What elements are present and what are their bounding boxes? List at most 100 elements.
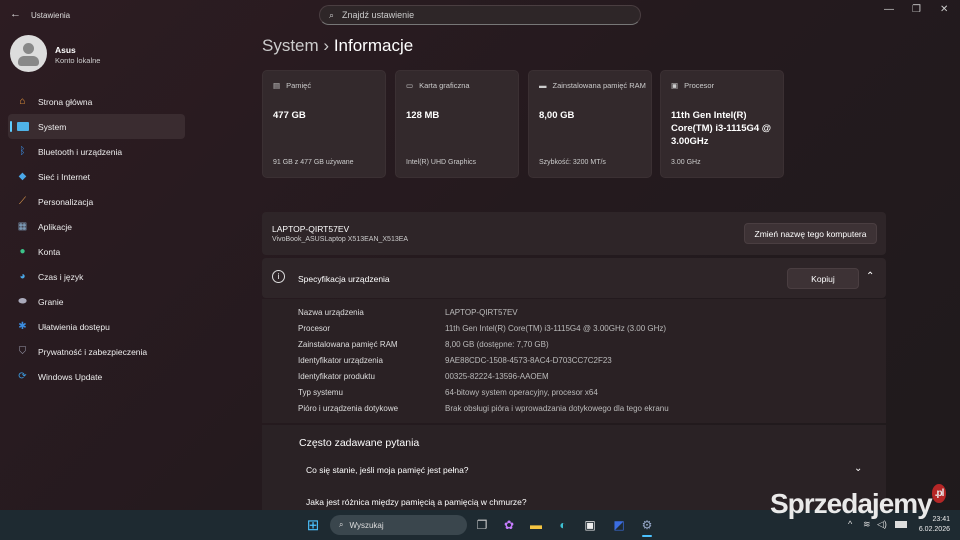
spec-row: Nazwa urządzenia LAPTOP-QIRT57EV [298, 305, 669, 321]
sidebar-item-windows-update[interactable]: ⟳ Windows Update [8, 364, 185, 389]
taskbar-search-label: Wyszukaj [349, 520, 384, 530]
spec-value[interactable]: Brak obsługi pióra i wprowadzania dotyko… [445, 401, 669, 417]
faq-title: Często zadawane pytania [299, 437, 420, 449]
device-name-panel: LAPTOP-QIRT57EV VivoBook_ASUSLaptop X513… [262, 212, 886, 255]
sidebar-item-system[interactable]: System [8, 114, 185, 139]
sidebar-item-label: Czas i język [38, 271, 84, 282]
card-value: 128 MB [406, 110, 440, 121]
graphics-icon: ▭ [406, 81, 414, 90]
chevron-up-icon[interactable]: ⌃ [866, 271, 874, 282]
sidebar-item-network[interactable]: ◆ Sieć i Internet [8, 164, 185, 189]
card-value: 477 GB [273, 110, 306, 121]
sidebar-item-time-language[interactable]: ◕ Czas i język [8, 264, 185, 289]
spec-header[interactable]: i Specyfikacja urządzenia Kopiuj ⌃ [262, 258, 886, 298]
sidebar-item-label: System [38, 121, 67, 132]
task-view-icon[interactable]: ❐ [473, 516, 491, 534]
spec-value[interactable]: 00325-82224-13596-AAOEM [445, 369, 549, 385]
rename-pc-button[interactable]: Zmień nazwę tego komputera [744, 223, 877, 244]
shield-icon: ⛉ [18, 346, 27, 357]
sidebar-item-bluetooth[interactable]: ᛒ Bluetooth i urządzenia [8, 139, 185, 164]
spec-row: Identyfikator urządzenia 9AE88CDC-1508-45… [298, 353, 669, 369]
spec-key: Identyfikator urządzenia [298, 356, 383, 365]
volume-icon[interactable]: ◁) [877, 519, 887, 530]
sidebar-item-accessibility[interactable]: ✱ Ułatwienia dostępu [8, 314, 185, 339]
breadcrumb-system[interactable]: System [262, 36, 319, 55]
account-type: Konto lokalne [55, 56, 101, 65]
avatar[interactable] [10, 35, 47, 72]
spec-row: Identyfikator produktu 00325-82224-13596-… [298, 369, 669, 385]
card-label: Procesor [684, 81, 715, 90]
store-icon[interactable]: ▣ [581, 516, 599, 534]
spec-key: Typ systemu [298, 388, 343, 397]
sidebar-item-label: Granie [38, 296, 64, 307]
app-icon[interactable]: ◩ [610, 516, 628, 534]
sidebar-item-label: Bluetooth i urządzenia [38, 146, 123, 157]
spec-key: Nazwa urządzenia [298, 308, 364, 317]
edge-icon[interactable]: ◐ [554, 516, 572, 534]
wifi-tray-icon[interactable]: ≋ [863, 519, 871, 530]
storage-card[interactable]: ▤ Pamięć 477 GB 91 GB z 477 GB używane [262, 70, 386, 178]
storage-icon: ▤ [273, 81, 281, 90]
search-icon: ⌕ [339, 520, 344, 529]
copy-button[interactable]: Kopiuj [787, 268, 859, 289]
card-sub: 3.00 GHz [671, 159, 701, 166]
ram-card[interactable]: ▬ Zainstalowana pamięć RAM 8,00 GB Szybkość… [528, 70, 652, 178]
card-sub: Szybkość: 3200 MT/s [539, 159, 606, 166]
tray-chevron-icon[interactable]: ^ [848, 519, 852, 529]
card-label: Karta graficzna [419, 81, 470, 90]
faq-question-2[interactable]: Jaka jest różnica między pamięcią a pami… [306, 497, 527, 507]
faq-question-1[interactable]: Co się stanie, jeśli moja pamięć jest pe… [306, 465, 469, 475]
spec-value[interactable]: 9AE88CDC-1508-4573-8AC4-D703CC7C2F23 [445, 353, 612, 369]
search-placeholder: Znajdź ustawienie [342, 10, 415, 20]
breadcrumb: System › Informacje [262, 36, 413, 56]
info-icon: i [272, 270, 285, 283]
user-name: Asus [55, 45, 76, 55]
accessibility-icon: ✱ [18, 321, 27, 332]
gamepad-icon: ⬬ [18, 296, 27, 307]
close-button[interactable]: ✕ [940, 4, 948, 15]
spec-key: Pióro i urządzenia dotykowe [298, 404, 399, 413]
processor-card[interactable]: ▣ Procesor 11th Gen Intel(R) Core(TM) i3-1… [660, 70, 784, 178]
card-sub: Intel(R) UHD Graphics [406, 159, 477, 166]
home-icon: ⌂ [19, 96, 26, 107]
sidebar-item-home[interactable]: ⌂ Strona główna [8, 89, 185, 114]
person-icon: ● [19, 246, 26, 257]
start-button[interactable]: ⊞ [304, 516, 322, 534]
minimize-button[interactable]: — [884, 4, 894, 15]
maximize-button[interactable]: ❐ [912, 4, 921, 15]
sidebar-nav: ⌂ Strona główna System ᛒ Bluetooth i urząd… [8, 89, 185, 389]
file-explorer-icon[interactable]: ▬ [527, 516, 545, 534]
processor-icon: ▣ [671, 81, 679, 90]
spec-value[interactable]: 8,00 GB (dostępne: 7,70 GB) [445, 337, 549, 353]
date: 6.02.2026 [918, 526, 950, 533]
device-name: LAPTOP-QIRT57EV [272, 224, 350, 234]
battery-icon[interactable] [895, 521, 907, 528]
sidebar-item-personalization[interactable]: ⟋ Personalizacja [8, 189, 185, 214]
back-button[interactable]: ← [10, 8, 21, 20]
card-label: Zainstalowana pamięć RAM [552, 81, 646, 90]
spec-key: Identyfikator produktu [298, 372, 375, 381]
window-title: Ustawienia [31, 11, 71, 20]
spec-row: Zainstalowana pamięć RAM 8,00 GB (dostępn… [298, 337, 669, 353]
sidebar-item-apps[interactable]: ▦ Aplikacje [8, 214, 185, 239]
page-title: Informacje [333, 36, 414, 55]
copilot-icon[interactable]: ✿ [500, 516, 518, 534]
spec-value[interactable]: 11th Gen Intel(R) Core(TM) i3-1115G4 @ 3… [445, 321, 666, 337]
wifi-icon: ◆ [18, 171, 27, 182]
taskbar-search[interactable]: ⌕ Wyszukaj [330, 515, 467, 535]
sidebar-item-accounts[interactable]: ● Konta [8, 239, 185, 264]
settings-search-input[interactable]: ⌕ Znajdź ustawienie [319, 5, 641, 25]
active-app-indicator [642, 535, 652, 537]
spec-value[interactable]: 64-bitowy system operacyjny, procesor x6… [445, 385, 598, 401]
sidebar-item-label: Strona główna [38, 96, 93, 107]
sidebar-item-privacy[interactable]: ⛉ Prywatność i zabezpieczenia [8, 339, 185, 364]
sidebar-item-gaming[interactable]: ⬬ Granie [8, 289, 185, 314]
graphics-card[interactable]: ▭ Karta graficzna 128 MB Intel(R) UHD Graph… [395, 70, 519, 178]
time: 23:41 [932, 516, 950, 523]
card-value: 8,00 GB [539, 110, 575, 121]
sidebar-item-label: Ułatwienia dostępu [38, 321, 110, 332]
settings-gear-icon[interactable]: ⚙ [638, 516, 656, 534]
clock[interactable]: 23:41 6.02.2026 [918, 515, 950, 535]
spec-value[interactable]: LAPTOP-QIRT57EV [445, 305, 518, 321]
chevron-down-icon[interactable]: ⌄ [854, 463, 862, 474]
